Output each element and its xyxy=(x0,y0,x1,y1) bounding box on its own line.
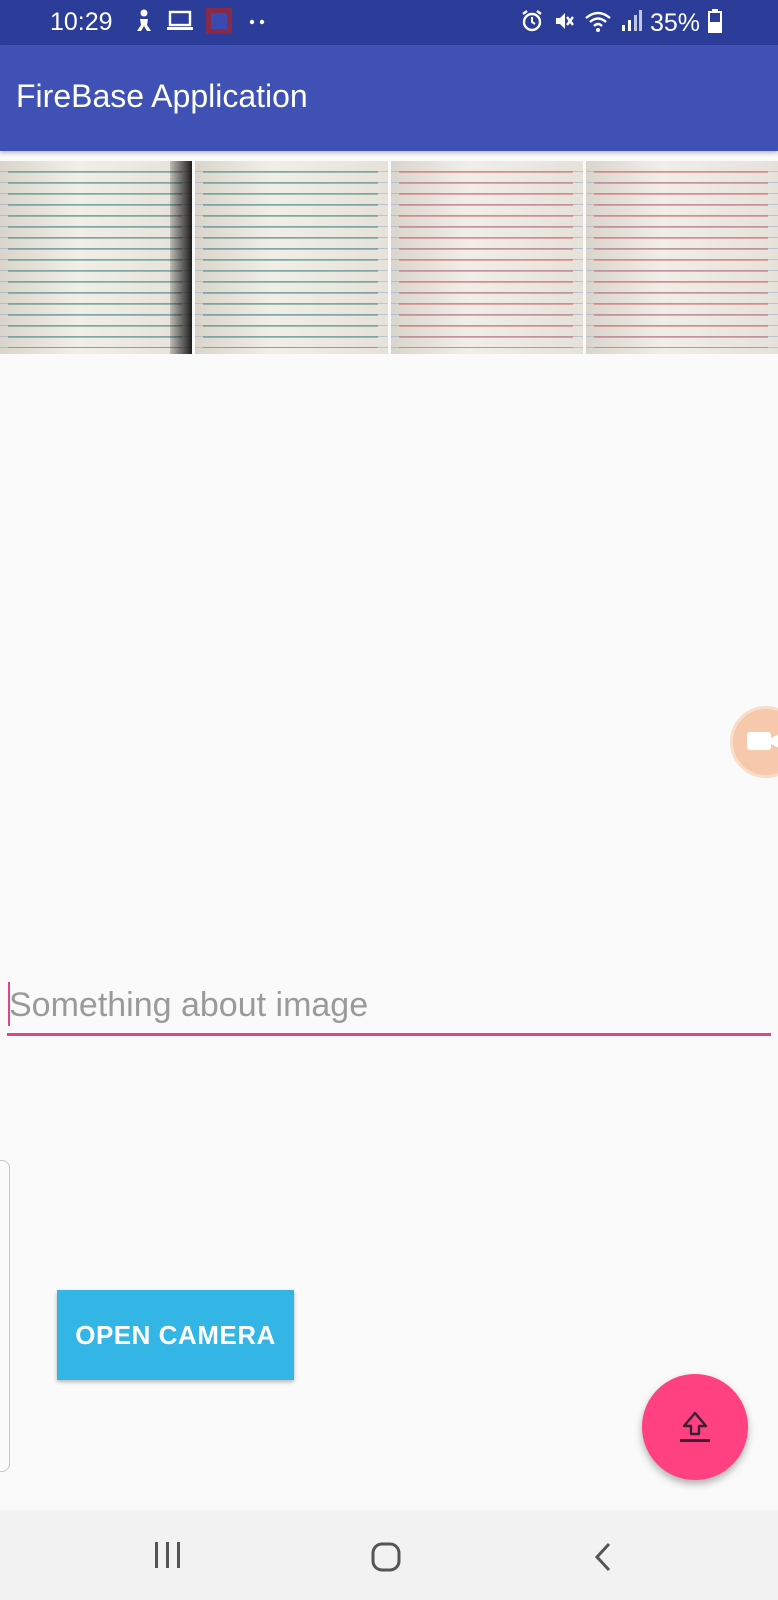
gallery-image-4[interactable] xyxy=(585,161,778,354)
more-dots-icon xyxy=(244,14,270,32)
caption-field-wrap xyxy=(7,978,771,1040)
back-icon xyxy=(594,1542,611,1572)
back-button[interactable] xyxy=(574,1530,634,1580)
edge-panel-handle[interactable] xyxy=(0,1160,10,1472)
gallery-image-2[interactable] xyxy=(195,161,388,354)
text-cursor xyxy=(8,982,10,1026)
alarm-icon xyxy=(520,9,544,38)
signal-icon xyxy=(620,9,642,38)
handwritten-notes-image xyxy=(203,167,378,348)
app-thumbnail-icon xyxy=(206,7,232,39)
screen-recorder-bubble[interactable] xyxy=(730,706,778,778)
system-nav-bar xyxy=(0,1510,778,1600)
upload-icon xyxy=(680,1411,710,1442)
handwritten-notes-image xyxy=(398,167,573,348)
battery-icon xyxy=(708,8,722,38)
handwritten-notes-image xyxy=(8,167,183,348)
mute-icon xyxy=(552,9,576,38)
home-button[interactable] xyxy=(356,1530,416,1580)
caption-input[interactable] xyxy=(7,978,771,1036)
recent-apps-icon xyxy=(155,1542,180,1568)
open-camera-button[interactable]: OPEN CAMERA xyxy=(57,1290,294,1380)
laptop-icon xyxy=(166,10,194,37)
status-icons-left xyxy=(134,7,270,39)
status-bar: 10:29 35% xyxy=(0,0,778,45)
upload-fab-button[interactable] xyxy=(642,1374,748,1480)
wifi-icon xyxy=(584,9,612,38)
status-icons-right: 35% xyxy=(520,8,722,38)
handwritten-notes-image xyxy=(593,167,768,348)
gallery-image-1[interactable] xyxy=(0,161,193,354)
notebook-spine xyxy=(170,161,193,354)
recent-apps-button[interactable] xyxy=(138,1530,198,1580)
app-bar: FireBase Application xyxy=(0,45,778,151)
battery-percent: 35% xyxy=(649,8,700,37)
app-title: FireBase Application xyxy=(16,78,308,114)
image-gallery xyxy=(0,161,778,354)
status-time: 10:29 xyxy=(50,8,113,36)
gallery-image-3[interactable] xyxy=(390,161,583,354)
video-camera-icon xyxy=(747,732,778,750)
home-icon xyxy=(371,1542,401,1572)
figure-icon xyxy=(134,9,154,38)
